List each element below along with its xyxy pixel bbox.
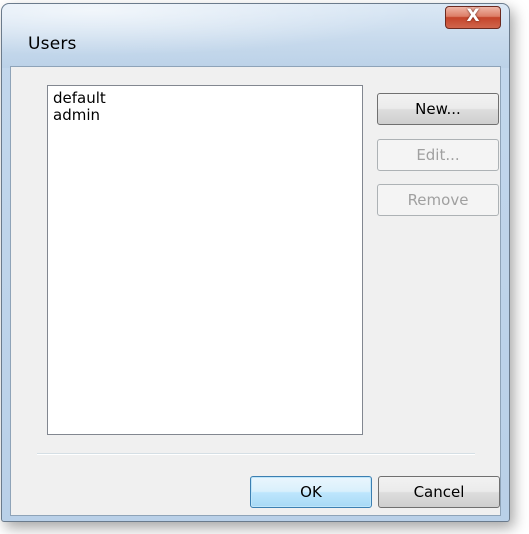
remove-button[interactable]: Remove	[377, 184, 499, 216]
cancel-button[interactable]: Cancel	[378, 476, 500, 508]
divider	[37, 453, 475, 455]
list-item[interactable]: admin	[53, 107, 357, 124]
dialog-body: default admin New... Edit... Remove OK C…	[10, 66, 501, 516]
title-bar[interactable]: Users X	[2, 4, 509, 68]
list-item[interactable]: default	[53, 90, 357, 107]
window-title: Users	[28, 34, 77, 54]
users-dialog: Users X default admin New... Edit... Rem…	[1, 3, 510, 522]
close-button[interactable]: X	[445, 6, 501, 29]
users-listbox[interactable]: default admin	[47, 85, 363, 435]
new-button[interactable]: New...	[377, 93, 499, 125]
close-icon: X	[466, 6, 480, 26]
edit-button[interactable]: Edit...	[377, 139, 499, 171]
ok-button[interactable]: OK	[250, 476, 372, 508]
